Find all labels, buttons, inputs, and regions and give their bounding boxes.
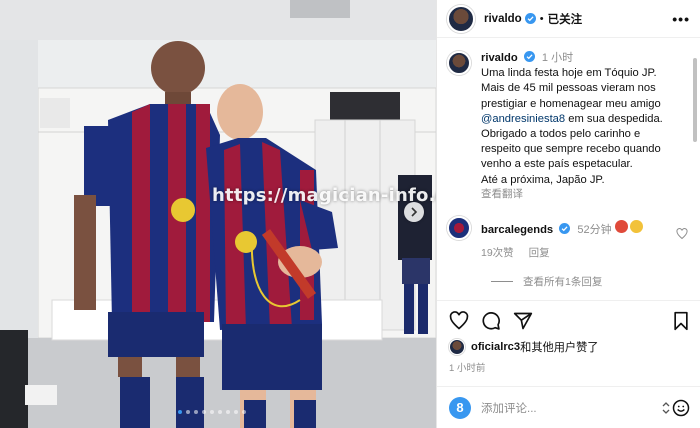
view-replies-link[interactable]: 查看所有1条回复 (491, 274, 688, 289)
locker-room-photo (0, 0, 436, 428)
scrollbar[interactable] (693, 58, 697, 142)
liker-username[interactable]: oficialrc3 (471, 341, 520, 353)
comment-row: barcalegends 52分钟 19次赞 回复 (447, 216, 688, 260)
likes-summary: oficialrc3 和其他用户赞了 (449, 339, 690, 355)
add-comment-bar: 8 添加评论... (437, 386, 700, 428)
comment-icon[interactable] (481, 311, 501, 331)
carousel-dot (226, 410, 230, 414)
caption-time: 1 小时 (541, 52, 574, 64)
verified-icon (524, 13, 536, 24)
comment-time: 52分钟 (577, 224, 612, 237)
post-header: rivaldo • 已关注 ••• (437, 0, 700, 38)
emoji-icon (614, 220, 628, 234)
avatar[interactable] (447, 4, 475, 33)
comment-username[interactable]: barcalegends (481, 224, 553, 236)
carousel-dot (186, 410, 190, 414)
post-sidebar: rivaldo • 已关注 ••• rivaldo 1 小时 Uma linda… (436, 0, 700, 428)
comment-avatar[interactable] (447, 216, 471, 241)
carousel-dot (178, 410, 182, 414)
verified-icon (559, 223, 571, 235)
emoji-picker-button[interactable] (662, 399, 690, 417)
stepper-icon (662, 401, 670, 414)
see-translation-link[interactable]: 查看翻译 (481, 187, 677, 202)
caption-avatar[interactable] (447, 51, 471, 75)
view-replies-label: 查看所有1条回复 (523, 276, 603, 289)
carousel-dots (178, 410, 246, 414)
comment-input[interactable]: 添加评论... (481, 400, 662, 416)
heart-icon[interactable] (676, 228, 688, 240)
action-icons (449, 311, 690, 331)
verified-icon (523, 51, 535, 62)
reply-button[interactable]: 回复 (529, 247, 550, 259)
share-icon[interactable] (513, 311, 533, 331)
carousel-dot (242, 410, 246, 414)
more-icon[interactable]: ••• (672, 11, 690, 27)
watermark-text: https://magician-info.com/ (212, 185, 436, 206)
emoji-icon (672, 399, 690, 416)
carousel-dot (194, 410, 198, 414)
carousel-dot (202, 410, 206, 414)
comment-likes[interactable]: 19次赞 (481, 247, 514, 259)
comments-panel[interactable]: rivaldo 1 小时 Uma linda festa hoje em Tóq… (437, 39, 700, 297)
action-bar: oficialrc3 和其他用户赞了 1 小时前 (437, 300, 700, 374)
header-username[interactable]: rivaldo (484, 13, 522, 25)
header-separator: • (539, 12, 544, 25)
carousel-dot (218, 410, 222, 414)
emoji-icon (629, 220, 643, 234)
gif-icon[interactable]: 8 (449, 396, 471, 419)
divider (491, 281, 513, 283)
carousel-dot (210, 410, 214, 414)
caption-username[interactable]: rivaldo (481, 52, 518, 64)
caption: rivaldo 1 小时 Uma linda festa hoje em Tóq… (481, 51, 677, 202)
next-photo-button[interactable] (404, 202, 424, 222)
comment-emojis (614, 220, 643, 234)
caption-row: rivaldo 1 小时 Uma linda festa hoje em Tóq… (447, 51, 688, 202)
liker-avatar[interactable] (449, 339, 465, 355)
comment-meta: 19次赞 回复 (481, 245, 657, 260)
likes-text[interactable]: 和其他用户赞了 (520, 339, 598, 355)
next-icon (411, 207, 418, 217)
carousel-dot (234, 410, 238, 414)
save-icon[interactable] (672, 311, 690, 331)
heart-icon[interactable] (449, 311, 469, 331)
caption-text: Uma linda festa hoje em Tóquio JP. Mais … (481, 67, 661, 110)
post-time: 1 小时前 (449, 363, 486, 374)
comment: barcalegends 52分钟 19次赞 回复 (481, 216, 657, 260)
follow-state-button[interactable]: 已关注 (548, 11, 583, 27)
post-photo[interactable]: https://magician-info.com/ (0, 0, 436, 428)
mention-link[interactable]: @andresiniesta8 (481, 113, 565, 125)
